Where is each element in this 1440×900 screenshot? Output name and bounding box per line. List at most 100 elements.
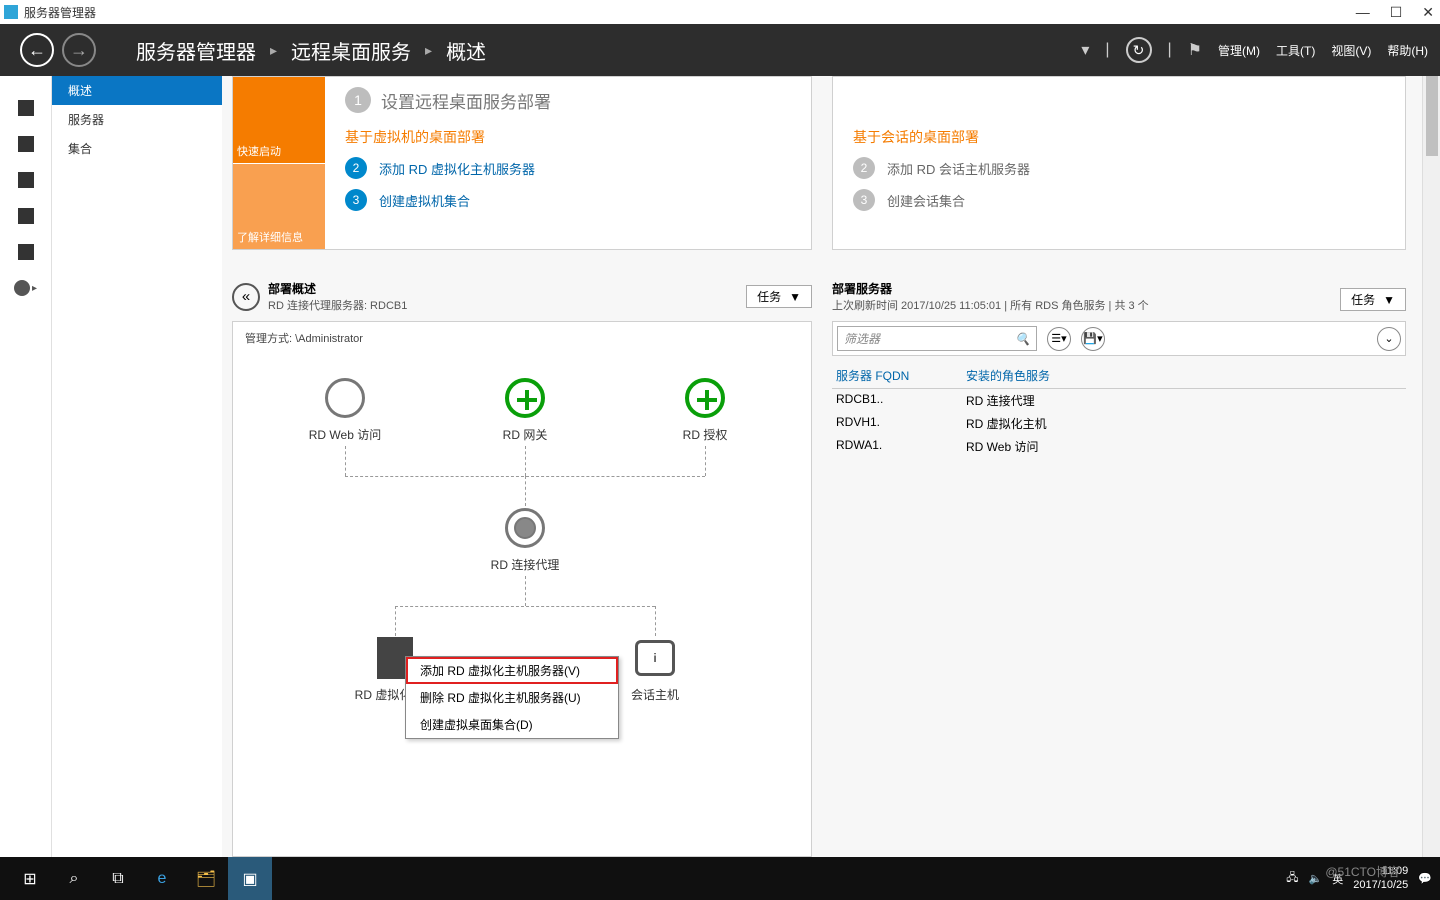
sidebar: 概述 服务器 集合: [52, 76, 222, 857]
local-server-icon[interactable]: [18, 136, 34, 152]
menu-view[interactable]: 视图(V): [1331, 42, 1371, 59]
filter-input[interactable]: 筛选器 🔍: [837, 326, 1037, 351]
tasks-label: 任务: [1351, 291, 1375, 308]
tray-date: 2017/10/25: [1353, 879, 1408, 892]
wizard-title: 设置远程桌面服务部署: [381, 88, 551, 113]
search-icon: 🔍: [1015, 332, 1030, 346]
collapse-button[interactable]: «: [232, 283, 260, 311]
table-row[interactable]: RDCB1.. RD 连接代理: [832, 389, 1406, 412]
views-button[interactable]: ☰▾: [1047, 327, 1071, 351]
add-vhost-link[interactable]: 添加 RD 虚拟化主机服务器: [379, 159, 535, 178]
servers-panel: 部署服务器 上次刷新时间 2017/10/25 11:05:01 | 所有 RD…: [832, 280, 1406, 458]
scrollbar[interactable]: [1422, 76, 1440, 857]
sidebar-item-overview[interactable]: 概述: [52, 76, 222, 105]
cell-fqdn: RDWA1.: [836, 438, 966, 455]
ctx-del-vhost[interactable]: 删除 RD 虚拟化主机服务器(U): [406, 684, 618, 711]
info-icon: i: [635, 640, 675, 676]
cell-role: RD Web 访问: [966, 438, 1038, 455]
nav-forward-button[interactable]: →: [62, 33, 96, 67]
sidebar-item-collections[interactable]: 集合: [52, 134, 222, 163]
step-number: 2: [345, 157, 367, 179]
learnmore-tile[interactable]: 了解详细信息: [233, 164, 325, 250]
table-row[interactable]: RDWA1. RD Web 访问: [832, 435, 1406, 458]
menu-help[interactable]: 帮助(H): [1387, 42, 1428, 59]
quickstart-tile[interactable]: 快速启动: [233, 77, 325, 164]
icon-rail: ▸: [0, 76, 52, 857]
servers-title: 部署服务器: [832, 280, 1149, 297]
tray-volume-icon[interactable]: 🔈: [1309, 872, 1323, 885]
node-rd-license[interactable]: RD 授权: [645, 376, 765, 443]
breadcrumb: 服务器管理器 ▸ 远程桌面服务 ▸ 概述: [116, 36, 1081, 65]
tray-notifications-icon[interactable]: 💬: [1418, 872, 1432, 885]
context-menu: 添加 RD 虚拟化主机服务器(V) 删除 RD 虚拟化主机服务器(U) 创建虚拟…: [405, 656, 619, 739]
all-servers-icon[interactable]: [18, 172, 34, 188]
node-label: RD Web 访问: [285, 426, 405, 443]
tasks-label: 任务: [757, 288, 781, 305]
filter-bar: 筛选器 🔍 ☰▾ 💾▾ ⌄: [832, 321, 1406, 356]
chevron-right-icon: ▸: [270, 42, 277, 59]
close-button[interactable]: ✕: [1422, 4, 1434, 21]
watermark: @51CTO博客: [1325, 863, 1400, 880]
breadcrumb-item[interactable]: 远程桌面服务: [291, 36, 411, 65]
ctx-add-vhost[interactable]: 添加 RD 虚拟化主机服务器(V): [406, 657, 618, 684]
flag-icon[interactable]: ⚑: [1188, 40, 1202, 60]
servers-subtitle: 上次刷新时间 2017/10/25 11:05:01 | 所有 RDS 角色服务…: [832, 297, 1149, 313]
maximize-button[interactable]: ☐: [1390, 4, 1403, 21]
ie-icon[interactable]: e: [140, 857, 184, 900]
cell-role: RD 连接代理: [966, 392, 1035, 409]
wizard-card: 快速启动 了解详细信息 1 设置远程桌面服务部署 基于虚拟机的桌面部署 2 添加…: [232, 76, 812, 250]
manage-as: 管理方式: \Administrator: [245, 330, 799, 346]
explorer-icon[interactable]: 🗂: [184, 857, 228, 900]
node-label: RD 网关: [465, 426, 585, 443]
chevron-down-icon: ▼: [1383, 293, 1395, 307]
col-fqdn[interactable]: 服务器 FQDN: [836, 367, 966, 384]
file-services-icon[interactable]: [18, 208, 34, 224]
menu-tools[interactable]: 工具(T): [1276, 42, 1315, 59]
menu-manage[interactable]: 管理(M): [1218, 42, 1260, 59]
filter-placeholder: 筛选器: [844, 330, 880, 347]
create-session-collection-link[interactable]: 创建会话集合: [887, 191, 965, 210]
storage-icon[interactable]: [18, 244, 34, 260]
rds-icon[interactable]: [14, 280, 30, 296]
app-icon: [4, 5, 18, 19]
add-session-host-link[interactable]: 添加 RD 会话主机服务器: [887, 159, 1030, 178]
plus-icon: [685, 378, 725, 418]
node-label: RD 连接代理: [465, 556, 585, 573]
nav-back-button[interactable]: ←: [20, 33, 54, 67]
deploy-title: 部署概述: [268, 280, 407, 297]
create-vm-collection-link[interactable]: 创建虚拟机集合: [379, 191, 470, 210]
cell-fqdn: RDCB1..: [836, 392, 966, 409]
node-rd-broker[interactable]: RD 连接代理: [465, 506, 585, 573]
breadcrumb-leaf[interactable]: 概述: [446, 36, 486, 65]
search-button[interactable]: ⌕: [52, 857, 96, 900]
minimize-button[interactable]: —: [1356, 4, 1370, 21]
tray-network-icon[interactable]: 🖧: [1286, 869, 1298, 888]
node-label: RD 授权: [645, 426, 765, 443]
save-button[interactable]: 💾▾: [1081, 327, 1105, 351]
dashboard-icon[interactable]: [18, 100, 34, 116]
step-number: 3: [345, 189, 367, 211]
deploy-subtitle: RD 连接代理服务器: RDCB1: [268, 297, 407, 313]
refresh-button[interactable]: ↻: [1126, 37, 1152, 63]
main: ▸ 概述 服务器 集合 快速启动 了解详细信息 1 设置远程桌面服务部署: [0, 76, 1440, 857]
task-view-button[interactable]: ⧉: [96, 857, 140, 900]
node-rd-web[interactable]: RD Web 访问: [285, 376, 405, 443]
taskbar: ⊞ ⌕ ⧉ e 🗂 ▣ 🖧 🔈 英 11:09 2017/10/25 💬: [0, 857, 1440, 900]
expand-button[interactable]: ⌄: [1377, 327, 1401, 351]
dropdown-icon[interactable]: ▾: [1081, 40, 1089, 60]
vm-section-title: 基于虚拟机的桌面部署: [345, 127, 791, 147]
tasks-dropdown[interactable]: 任务 ▼: [746, 285, 812, 308]
ctx-create-collection[interactable]: 创建虚拟桌面集合(D): [406, 711, 618, 738]
server-manager-taskbar-icon[interactable]: ▣: [228, 857, 272, 900]
col-role[interactable]: 安装的角色服务: [966, 367, 1050, 384]
start-button[interactable]: ⊞: [8, 857, 52, 900]
breadcrumb-root[interactable]: 服务器管理器: [136, 36, 256, 65]
wizard-card-right: 1x 基于会话的桌面部署 2 添加 RD 会话主机服务器 3 创建会话集合: [832, 76, 1406, 250]
deployment-overview: 管理方式: \Administrator RD Web 访问 RD 网关: [232, 321, 812, 857]
servers-table: 服务器 FQDN 安装的角色服务 RDCB1.. RD 连接代理 RDVH1. …: [832, 364, 1406, 458]
table-row[interactable]: RDVH1. RD 虚拟化主机: [832, 412, 1406, 435]
cell-role: RD 虚拟化主机: [966, 415, 1047, 432]
node-rd-gateway[interactable]: RD 网关: [465, 376, 585, 443]
sidebar-item-servers[interactable]: 服务器: [52, 105, 222, 134]
tasks-dropdown[interactable]: 任务 ▼: [1340, 288, 1406, 311]
